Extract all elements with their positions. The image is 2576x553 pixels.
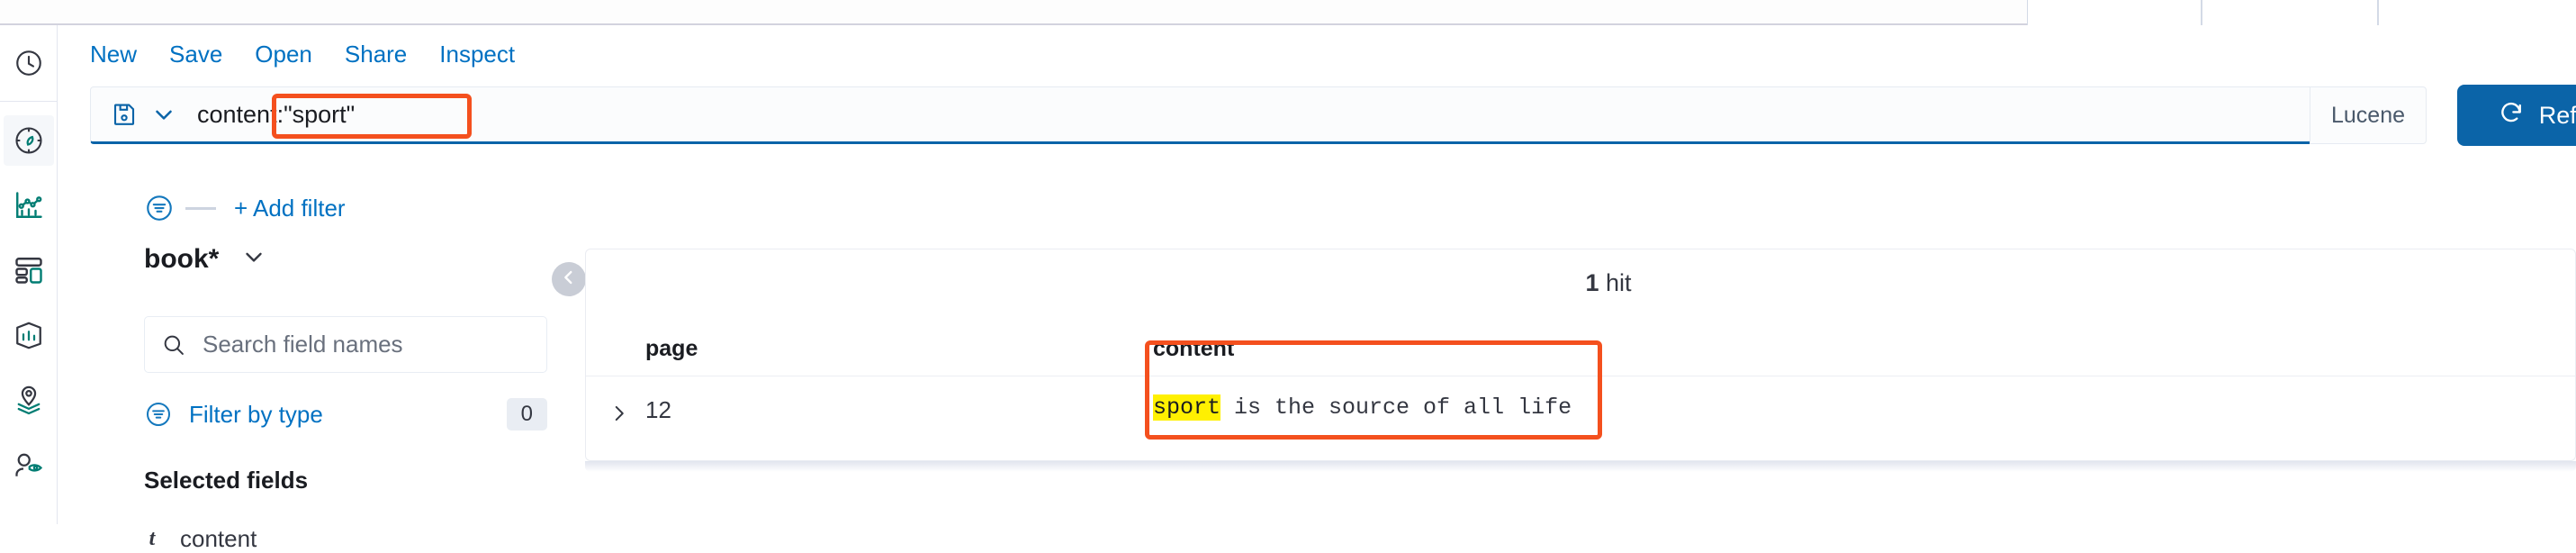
refresh-button[interactable]: Refresh [2457, 85, 2576, 146]
search-field-names-input[interactable] [201, 330, 501, 359]
sidebar-item-maps[interactable] [4, 375, 54, 425]
dashboard-icon [13, 254, 45, 286]
chrome-tab-stub[interactable] [2378, 0, 2576, 25]
filter-icon [144, 400, 173, 429]
chrome-tab-stub[interactable] [2202, 0, 2378, 25]
selected-fields-heading: Selected fields [144, 467, 309, 494]
map-layers-icon [13, 384, 45, 416]
rail-divider [0, 101, 58, 102]
menu-item-save[interactable]: Save [169, 42, 222, 66]
index-pattern-selector[interactable]: book* [144, 243, 267, 275]
table-row[interactable]: 12 sport is the source of all life [586, 376, 2575, 458]
sidebar-item-visualize[interactable] [4, 180, 54, 231]
column-header-page[interactable]: page [645, 336, 698, 362]
chart-line-icon [13, 189, 45, 222]
chevron-down-icon[interactable] [150, 101, 177, 128]
collapse-sidebar-button[interactable] [552, 262, 586, 296]
field-list-item[interactable]: t content [144, 525, 257, 553]
menu-item-share[interactable]: Share [345, 42, 407, 66]
filter-icon[interactable] [144, 193, 175, 223]
discover-top-menu: New Save Open Share Inspect [90, 38, 515, 70]
field-search-box[interactable] [144, 316, 547, 373]
sidebar-item-canvas[interactable] [4, 310, 54, 360]
search-icon [161, 332, 186, 358]
filter-divider [185, 206, 216, 210]
field-type-string-icon: t [149, 527, 156, 550]
ml-icon [13, 449, 45, 481]
hit-count-label: hit [1606, 269, 1632, 296]
add-filter-button[interactable]: + Add filter [234, 195, 346, 222]
hit-count: 1 hit [586, 269, 2576, 297]
field-sidebar: book* Search field names Filter by type … [58, 232, 562, 552]
doc-table-header: page content [586, 329, 2575, 376]
query-input[interactable] [197, 100, 2336, 129]
window-chrome-sliver [0, 0, 2576, 25]
filter-by-type-row[interactable]: Filter by type 0 [144, 393, 547, 436]
filter-by-type-count: 0 [506, 398, 547, 431]
query-language-switcher[interactable]: Lucene [2310, 86, 2427, 144]
field-name: content [180, 525, 257, 552]
chrome-tab-stub[interactable] [2027, 0, 2202, 25]
query-input-group[interactable] [90, 86, 2337, 144]
sidebar-item-dashboard[interactable] [4, 245, 54, 295]
clock-icon [14, 48, 44, 78]
filter-bar: + Add filter [144, 190, 346, 226]
cell-content-rest: is the source of all life [1220, 394, 1572, 421]
compass-icon [13, 124, 45, 157]
search-highlight: sport [1153, 394, 1221, 421]
menu-item-inspect[interactable]: Inspect [439, 42, 515, 66]
menu-item-open[interactable]: Open [255, 42, 312, 66]
results-panel: 1 hit page content 12 sport is the sourc… [585, 249, 2576, 461]
refresh-icon [2498, 99, 2525, 132]
sidebar-item-recently-viewed[interactable] [4, 38, 54, 88]
sidebar-item-machine-learning[interactable] [4, 440, 54, 490]
column-header-content[interactable]: content [1153, 336, 1234, 362]
canvas-icon [13, 319, 45, 351]
kibana-discover-app: New Save Open Share Inspect content:"spo… [0, 0, 2576, 552]
global-nav-rail [0, 25, 58, 524]
saved-query-icon[interactable] [111, 101, 138, 128]
hit-count-value: 1 [1585, 269, 1599, 296]
chevron-down-icon[interactable] [240, 243, 267, 275]
menu-item-new[interactable]: New [90, 42, 137, 66]
expand-row-icon[interactable] [608, 402, 631, 430]
index-pattern-name: book* [144, 243, 220, 274]
main-content: New Save Open Share Inspect content:"spo… [58, 25, 2576, 552]
refresh-button-label: Refresh [2538, 101, 2576, 129]
chevron-left-icon [559, 267, 579, 292]
results-panel-shadow [585, 461, 2576, 472]
cell-page: 12 [645, 396, 671, 423]
cell-content: sport is the source of all life [1153, 394, 1572, 421]
filter-by-type-label[interactable]: Filter by type [189, 401, 323, 429]
query-bar: Lucene Refresh [90, 81, 2576, 150]
sidebar-item-discover[interactable] [4, 115, 54, 166]
